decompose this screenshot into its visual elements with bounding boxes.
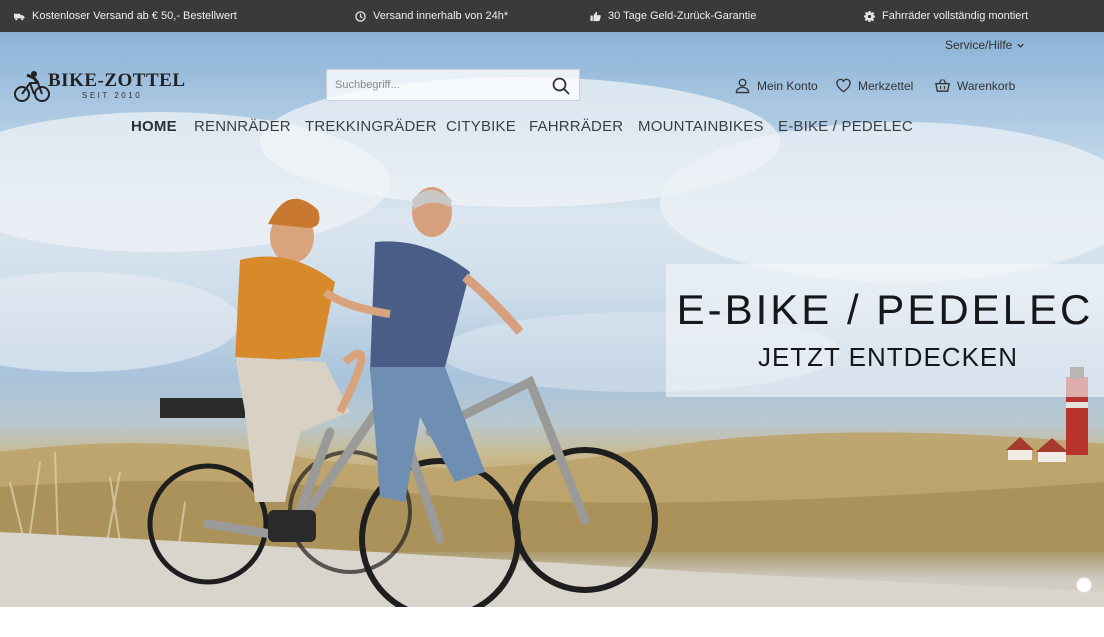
cart-label: Warenkorb (957, 78, 1016, 93)
nav-item-rennraeder[interactable]: RENNRÄDER (194, 118, 291, 135)
usp-text: Kostenloser Versand ab € 50,- Bestellwer… (32, 10, 237, 22)
usp-text: 30 Tage Geld-Zurück-Garantie (608, 10, 757, 22)
my-account-link[interactable]: Mein Konto (734, 77, 818, 94)
usp-money-back: 30 Tage Geld-Zurück-Garantie (590, 0, 756, 32)
gear-icon (864, 10, 875, 22)
logo-tagline: SEIT 2010 (82, 91, 143, 100)
logo[interactable]: BIKE-ZOTTEL SEIT 2010 (14, 69, 194, 103)
nav-item-citybike[interactable]: CITYBIKE (446, 118, 516, 135)
search-input[interactable] (327, 70, 547, 100)
basket-icon (935, 79, 950, 92)
my-account-label: Mein Konto (757, 78, 818, 93)
logo-name: BIKE-ZOTTEL (48, 70, 186, 91)
service-help-label: Service/Hilfe (945, 38, 1013, 52)
usp-bar: Kostenloser Versand ab € 50,- Bestellwer… (0, 0, 1104, 32)
hero-banner[interactable]: Service/Hilfe BIKE-ZOTTEL SEIT 2010 Mein… (0, 32, 1104, 607)
hero-subtitle: JETZT ENTDECKEN (757, 342, 1019, 372)
nav-item-mountainbikes[interactable]: MOUNTAINBIKES (638, 118, 764, 135)
usp-text: Versand innerhalb von 24h* (373, 10, 509, 22)
search-icon[interactable] (551, 76, 571, 96)
search-box (326, 69, 580, 101)
main-navigation: HOME RENNRÄDER TREKKINGRÄDER CITYBIKE FA… (0, 118, 1104, 140)
hero-promo-box[interactable]: E-BIKE / PEDELEC JETZT ENTDECKEN (666, 264, 1104, 397)
wishlist-label: Merkzettel (858, 78, 914, 93)
cyclist-logo-icon (14, 71, 50, 102)
wishlist-link[interactable]: Merkzettel (835, 77, 913, 94)
nav-item-trekkingraeder[interactable]: TREKKINGRÄDER (305, 118, 437, 135)
chevron-down-icon (1017, 43, 1025, 48)
heart-icon (836, 78, 851, 93)
usp-assembled: Fahrräder vollständig montiert (864, 0, 1028, 32)
thumbs-up-icon (590, 11, 601, 21)
truck-icon (14, 13, 25, 20)
nav-item-ebike-pedelec[interactable]: E-BIKE / PEDELEC (778, 118, 913, 135)
usp-text: Fahrräder vollständig montiert (882, 10, 1029, 22)
cart-link[interactable]: Warenkorb (934, 77, 1015, 94)
clock-icon (355, 10, 366, 22)
user-icon (735, 78, 750, 94)
nav-item-home[interactable]: HOME (131, 118, 177, 135)
service-help-menu[interactable]: Service/Hilfe (945, 38, 1025, 52)
hero-title: E-BIKE / PEDELEC (676, 286, 1094, 333)
nav-item-fahrraeder[interactable]: FAHRRÄDER (529, 118, 623, 135)
slider-dot[interactable] (1076, 577, 1092, 593)
usp-shipping: Kostenloser Versand ab € 50,- Bestellwer… (14, 0, 237, 32)
usp-delivery-time: Versand innerhalb von 24h* (355, 0, 508, 32)
